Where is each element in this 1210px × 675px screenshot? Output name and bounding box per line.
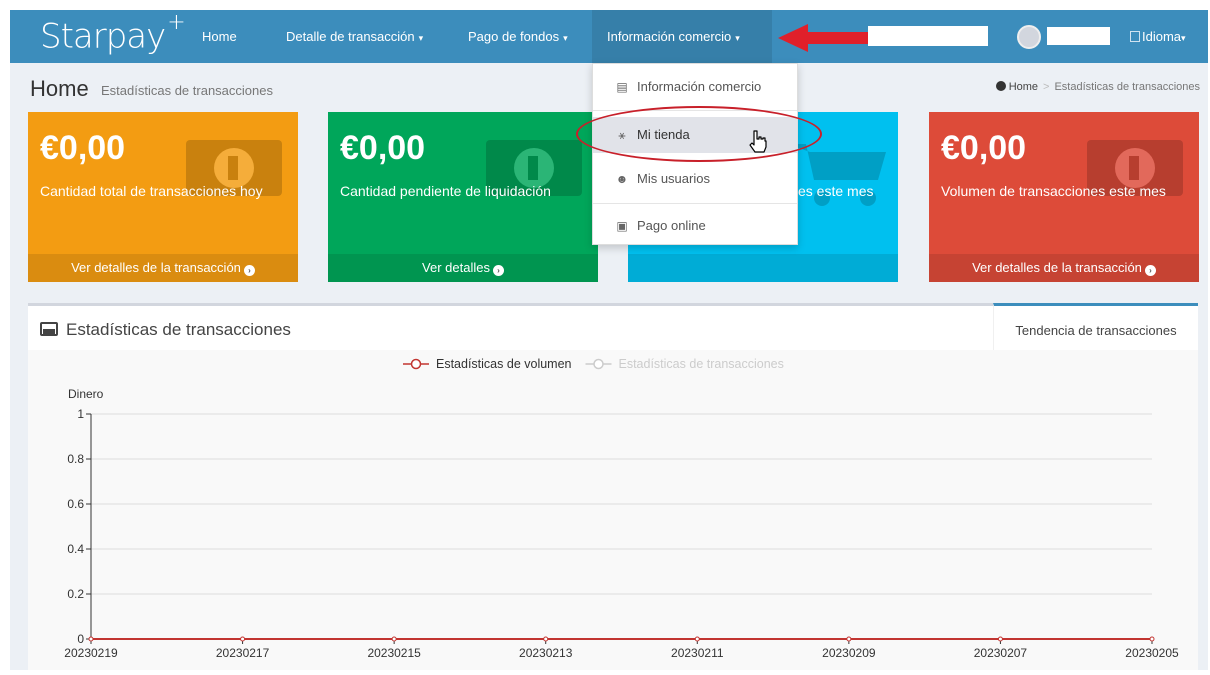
y-tick-label: 0.6	[67, 497, 84, 511]
shopping-cart-icon	[788, 144, 886, 206]
data-point	[694, 636, 700, 642]
data-point	[1149, 636, 1155, 642]
menu-item-label: Mis usuarios	[637, 171, 710, 186]
stat-label: Cantidad pendiente de liquidación	[340, 183, 551, 199]
y-tick-label: 0.2	[67, 587, 84, 601]
stat-value: €0,00	[340, 129, 426, 167]
flag-icon	[1130, 31, 1140, 42]
data-point	[846, 636, 852, 642]
data-point	[240, 636, 246, 642]
starpay-logo[interactable]: Starpay+	[40, 10, 186, 57]
menu-item-label: Información comercio	[637, 79, 762, 94]
top-navbar: Starpay+ Home Detalle de transacción ▾ Pa…	[10, 10, 1208, 63]
x-tick-label: 20230207	[974, 646, 1028, 660]
chart-area: Estadísticas de volumen Estadísticas de t…	[28, 350, 1198, 670]
nav-transaction-detail[interactable]: Detalle de transacción ▾	[286, 10, 423, 63]
menu-item-merchant-info[interactable]: ▤ Información comercio	[593, 64, 797, 110]
menu-item-my-users[interactable]: ☻ Mis usuarios	[593, 156, 797, 202]
caret-down-icon: ▾	[418, 33, 424, 43]
x-tick-label: 20230219	[64, 646, 118, 660]
legend-label: Estadísticas de transacciones	[619, 357, 784, 371]
nav-fund-payment-label: Pago de fondos	[468, 29, 560, 44]
arrow-circle-right-icon: ›	[492, 265, 504, 276]
transaction-stats-panel: Estadísticas de transacciones Tendencia …	[28, 303, 1198, 670]
y-tick-label: 0	[77, 632, 84, 646]
line-chart: Estadísticas de volumen Estadísticas de t…	[64, 357, 1179, 660]
breadcrumb-separator: >	[1043, 81, 1050, 93]
y-tick-label: 0.8	[67, 452, 84, 466]
nav-merchant-info-label: Información comercio	[607, 29, 732, 44]
stat-box-today-total: €0,00 Cantidad total de transacciones ho…	[28, 112, 298, 282]
nav-transaction-detail-label: Detalle de transacción	[286, 29, 415, 44]
stat-value: €0,00	[941, 129, 1027, 167]
money-icon: ▣	[616, 219, 628, 233]
x-tick-label: 20230211	[671, 646, 724, 660]
stat-link-label: Ver detalles de la transacción	[71, 260, 241, 275]
nav-home[interactable]: Home	[202, 10, 237, 63]
x-tick-label: 20230215	[367, 646, 421, 660]
stat-link-label: Ver detalles	[422, 260, 490, 275]
breadcrumb-current: Estadísticas de transacciones	[1054, 81, 1200, 93]
data-point	[543, 636, 549, 642]
caret-down-icon: ▾	[735, 33, 740, 43]
stat-details-link[interactable]: Ver detalles de la transacción ›	[28, 254, 298, 282]
stat-link-label: Ver detalles de la transacción	[972, 260, 1142, 275]
language-label: Idioma	[1142, 29, 1182, 44]
app-window: Starpay+ Home Detalle de transacción ▾ Pa…	[10, 10, 1208, 670]
arrow-circle-right-icon: ›	[1144, 265, 1156, 276]
id-card-icon: ▤	[616, 80, 628, 94]
legend-label: Estadísticas de volumen	[436, 357, 572, 371]
menu-item-online-payment[interactable]: ▣ Pago online	[593, 203, 797, 249]
breadcrumb: Home > Estadísticas de transacciones	[995, 81, 1200, 93]
nav-home-label: Home	[202, 29, 237, 44]
breadcrumb-home[interactable]: Home	[1009, 81, 1038, 93]
page-subtitle: Estadísticas de transacciones	[101, 83, 273, 98]
legend-marker	[593, 358, 604, 370]
menu-item-label: Pago online	[637, 218, 706, 233]
stat-label: es este mes	[798, 183, 874, 199]
y-axis-title: Dinero	[68, 387, 104, 401]
data-point	[997, 636, 1003, 642]
hand-cursor-icon	[749, 130, 767, 153]
nav-merchant-info[interactable]: Información comercio ▾	[592, 10, 772, 63]
red-arrow-annotation	[778, 24, 868, 52]
x-tick-label: 20230205	[1125, 646, 1179, 660]
page-title: Home	[30, 76, 89, 101]
stat-box-month-volume: €0,00 Volumen de transacciones este mes …	[929, 112, 1199, 282]
stat-label: Volumen de transacciones este mes	[941, 183, 1166, 199]
language-dropdown[interactable]: Idioma▾	[1130, 10, 1186, 63]
logo-text: Starpay	[40, 16, 166, 57]
legend-marker	[410, 358, 422, 370]
data-point	[88, 636, 94, 642]
stat-box-pending-settlement: €0,00 Cantidad pendiente de liquidación …	[328, 112, 598, 282]
logo-plus: +	[167, 10, 185, 35]
red-ellipse-annotation	[576, 106, 822, 162]
redacted-username[interactable]	[1047, 27, 1110, 45]
stat-details-link[interactable]: Ver detalles de la transacción ›	[929, 254, 1199, 282]
nav-fund-payment[interactable]: Pago de fondos ▾	[468, 10, 568, 63]
stat-details-link[interactable]	[628, 254, 898, 282]
redacted-field	[868, 26, 988, 46]
arrow-circle-right-icon: ›	[243, 265, 255, 276]
panel-title: Estadísticas de transacciones	[40, 320, 291, 340]
y-tick-label: 1	[77, 407, 84, 421]
y-tick-label: 0.4	[67, 542, 84, 556]
caret-down-icon: ▾	[563, 33, 568, 43]
dashboard-icon	[995, 81, 1006, 91]
users-icon: ☻	[615, 172, 629, 186]
stat-value: €0,00	[40, 129, 126, 167]
stat-details-link[interactable]: Ver detalles ›	[328, 254, 598, 282]
caret-down-icon: ▾	[1181, 33, 1186, 43]
user-avatar[interactable]	[1017, 25, 1041, 49]
panel-title-text: Estadísticas de transacciones	[66, 320, 291, 339]
inbox-icon	[40, 322, 58, 336]
data-point	[391, 636, 397, 642]
x-tick-label: 20230213	[519, 646, 573, 660]
tab-transaction-trend[interactable]: Tendencia de transacciones	[993, 303, 1198, 351]
x-tick-label: 20230217	[216, 646, 270, 660]
x-tick-label: 20230209	[822, 646, 876, 660]
stat-label: Cantidad total de transacciones hoy	[40, 183, 263, 199]
